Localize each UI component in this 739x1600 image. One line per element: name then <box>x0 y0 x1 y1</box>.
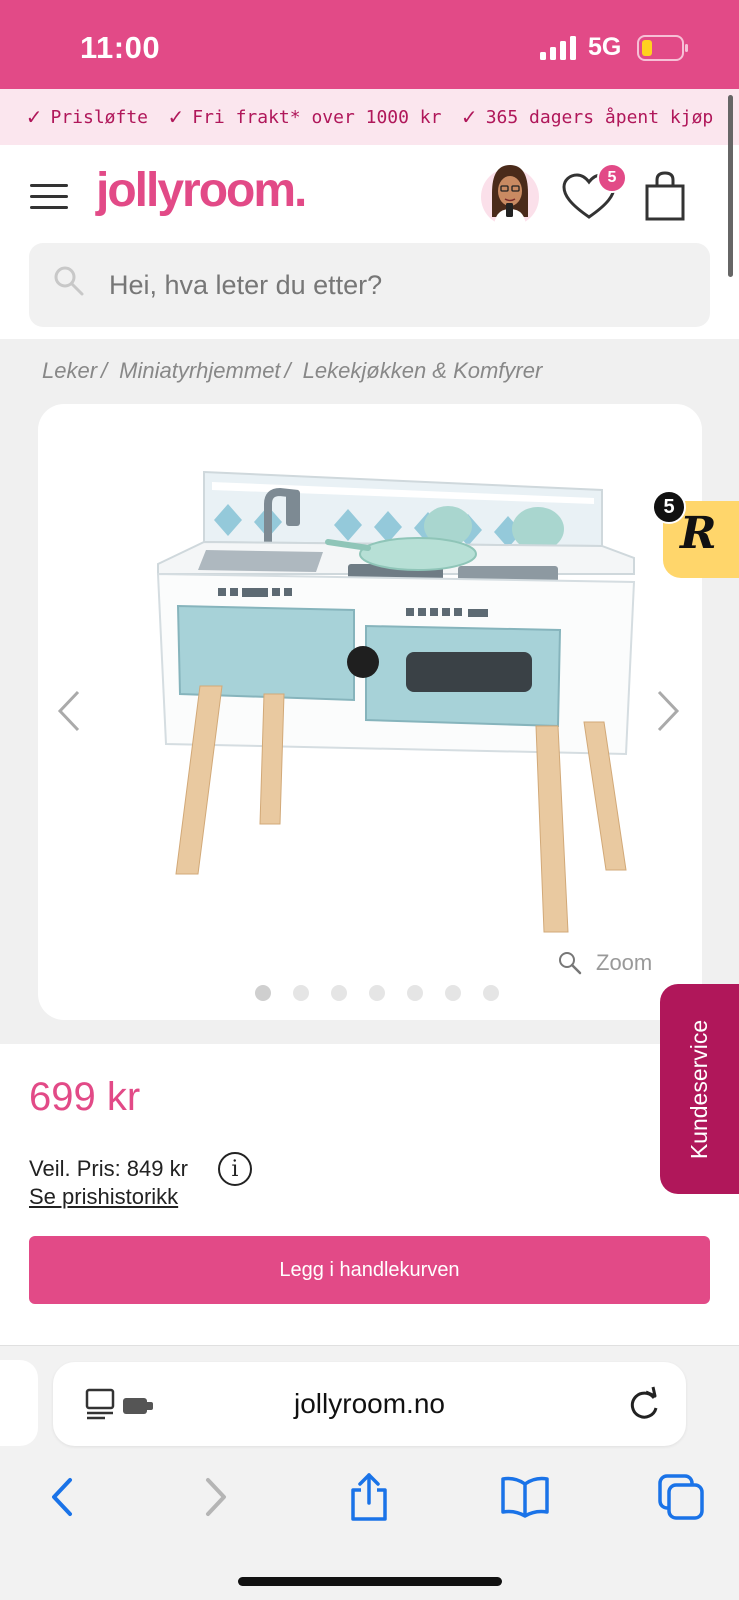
price-history-link[interactable]: Se prishistorikk <box>29 1184 178 1210</box>
signal-icon <box>540 36 576 60</box>
benefit-price-promise: ✓ Prisløfte <box>26 105 148 129</box>
breadcrumb: Leker / Miniatyrhjemmet / Lekekjøkken & Ko… <box>42 358 542 384</box>
benefit-label: Fri frakt* over 1000 kr <box>192 106 442 128</box>
status-bar: 11:00 5G <box>0 0 739 89</box>
chevron-right-icon[interactable] <box>655 690 681 732</box>
reviews-count-badge: 5 <box>652 490 686 524</box>
search-bar <box>29 243 710 327</box>
gallery-dot[interactable] <box>331 985 347 1001</box>
breadcrumb-item-toys[interactable]: Leker <box>42 358 97 384</box>
site-header: jollyroom. 5 <box>0 145 739 239</box>
gallery-dot[interactable] <box>293 985 309 1001</box>
gallery-dot[interactable] <box>445 985 461 1001</box>
scrollbar[interactable] <box>728 95 733 277</box>
search-input[interactable] <box>109 243 689 327</box>
battery-icon <box>637 35 688 61</box>
back-icon[interactable] <box>38 1472 88 1522</box>
wishlist-count-badge: 5 <box>597 163 627 193</box>
account-avatar[interactable] <box>480 159 540 229</box>
zoom-button[interactable]: Zoom <box>558 950 652 976</box>
bookmarks-icon[interactable] <box>500 1472 550 1522</box>
breadcrumb-item-miniature-home[interactable]: Miniatyrhjemmet <box>119 358 280 384</box>
site-logo[interactable]: jollyroom. <box>96 163 307 218</box>
browser-toolbar <box>0 1460 739 1540</box>
benefit-label: Prisløfte <box>50 106 149 128</box>
check-icon: ✓ <box>167 105 185 129</box>
reviews-logo: R <box>680 508 717 559</box>
gallery-dot[interactable] <box>255 985 271 1001</box>
zoom-icon <box>559 952 582 975</box>
gallery-dot[interactable] <box>483 985 499 1001</box>
previous-tab-preview[interactable] <box>0 1360 38 1446</box>
status-time: 11:00 <box>80 30 161 65</box>
home-indicator[interactable] <box>238 1577 502 1586</box>
search-icon <box>54 266 84 296</box>
reload-icon[interactable] <box>627 1386 661 1422</box>
gallery-pagination <box>255 985 521 1001</box>
customer-service-label: Kundeservice <box>686 1019 713 1159</box>
recommended-price: Veil. Pris: 849 kr <box>29 1156 188 1181</box>
chevron-left-icon[interactable] <box>56 690 82 732</box>
shopping-bag-icon[interactable] <box>644 171 686 221</box>
menu-icon[interactable] <box>30 184 68 210</box>
forward-icon[interactable] <box>190 1472 240 1522</box>
page-menu-icon[interactable] <box>85 1388 157 1420</box>
check-icon: ✓ <box>460 105 478 129</box>
product-image-card <box>38 404 702 1020</box>
check-icon: ✓ <box>25 105 43 129</box>
breadcrumb-item-play-kitchens[interactable]: Lekekjøkken & Komfyrer <box>303 358 543 384</box>
rrp-row: Veil. Pris: 849 kr i <box>29 1152 252 1186</box>
benefit-label: 365 dagers åpent kjøp <box>485 106 714 128</box>
breadcrumb-separator: / <box>101 358 108 383</box>
benefit-free-shipping: ✓ Fri frakt* over 1000 kr <box>167 105 441 129</box>
benefits-strip: ✓ Prisløfte ✓ Fri frakt* over 1000 kr ✓ … <box>0 89 739 145</box>
product-price: 699 kr <box>29 1075 141 1119</box>
info-icon[interactable]: i <box>217 1152 252 1186</box>
network-label: 5G <box>588 33 622 61</box>
address-bar[interactable]: jollyroom.no <box>53 1362 686 1446</box>
product-image[interactable] <box>118 454 648 954</box>
breadcrumb-separator: / <box>284 358 291 383</box>
zoom-label: Zoom <box>596 950 653 975</box>
tabs-icon[interactable] <box>656 1472 706 1522</box>
customer-service-tab[interactable]: Kundeservice <box>660 984 739 1194</box>
add-to-cart-button[interactable]: Legg i handlekurven <box>29 1236 710 1304</box>
gallery-dot[interactable] <box>407 985 423 1001</box>
benefit-open-purchase: ✓ 365 dagers åpent kjøp <box>461 105 713 129</box>
share-icon[interactable] <box>344 1472 394 1522</box>
gallery-dot[interactable] <box>369 985 385 1001</box>
